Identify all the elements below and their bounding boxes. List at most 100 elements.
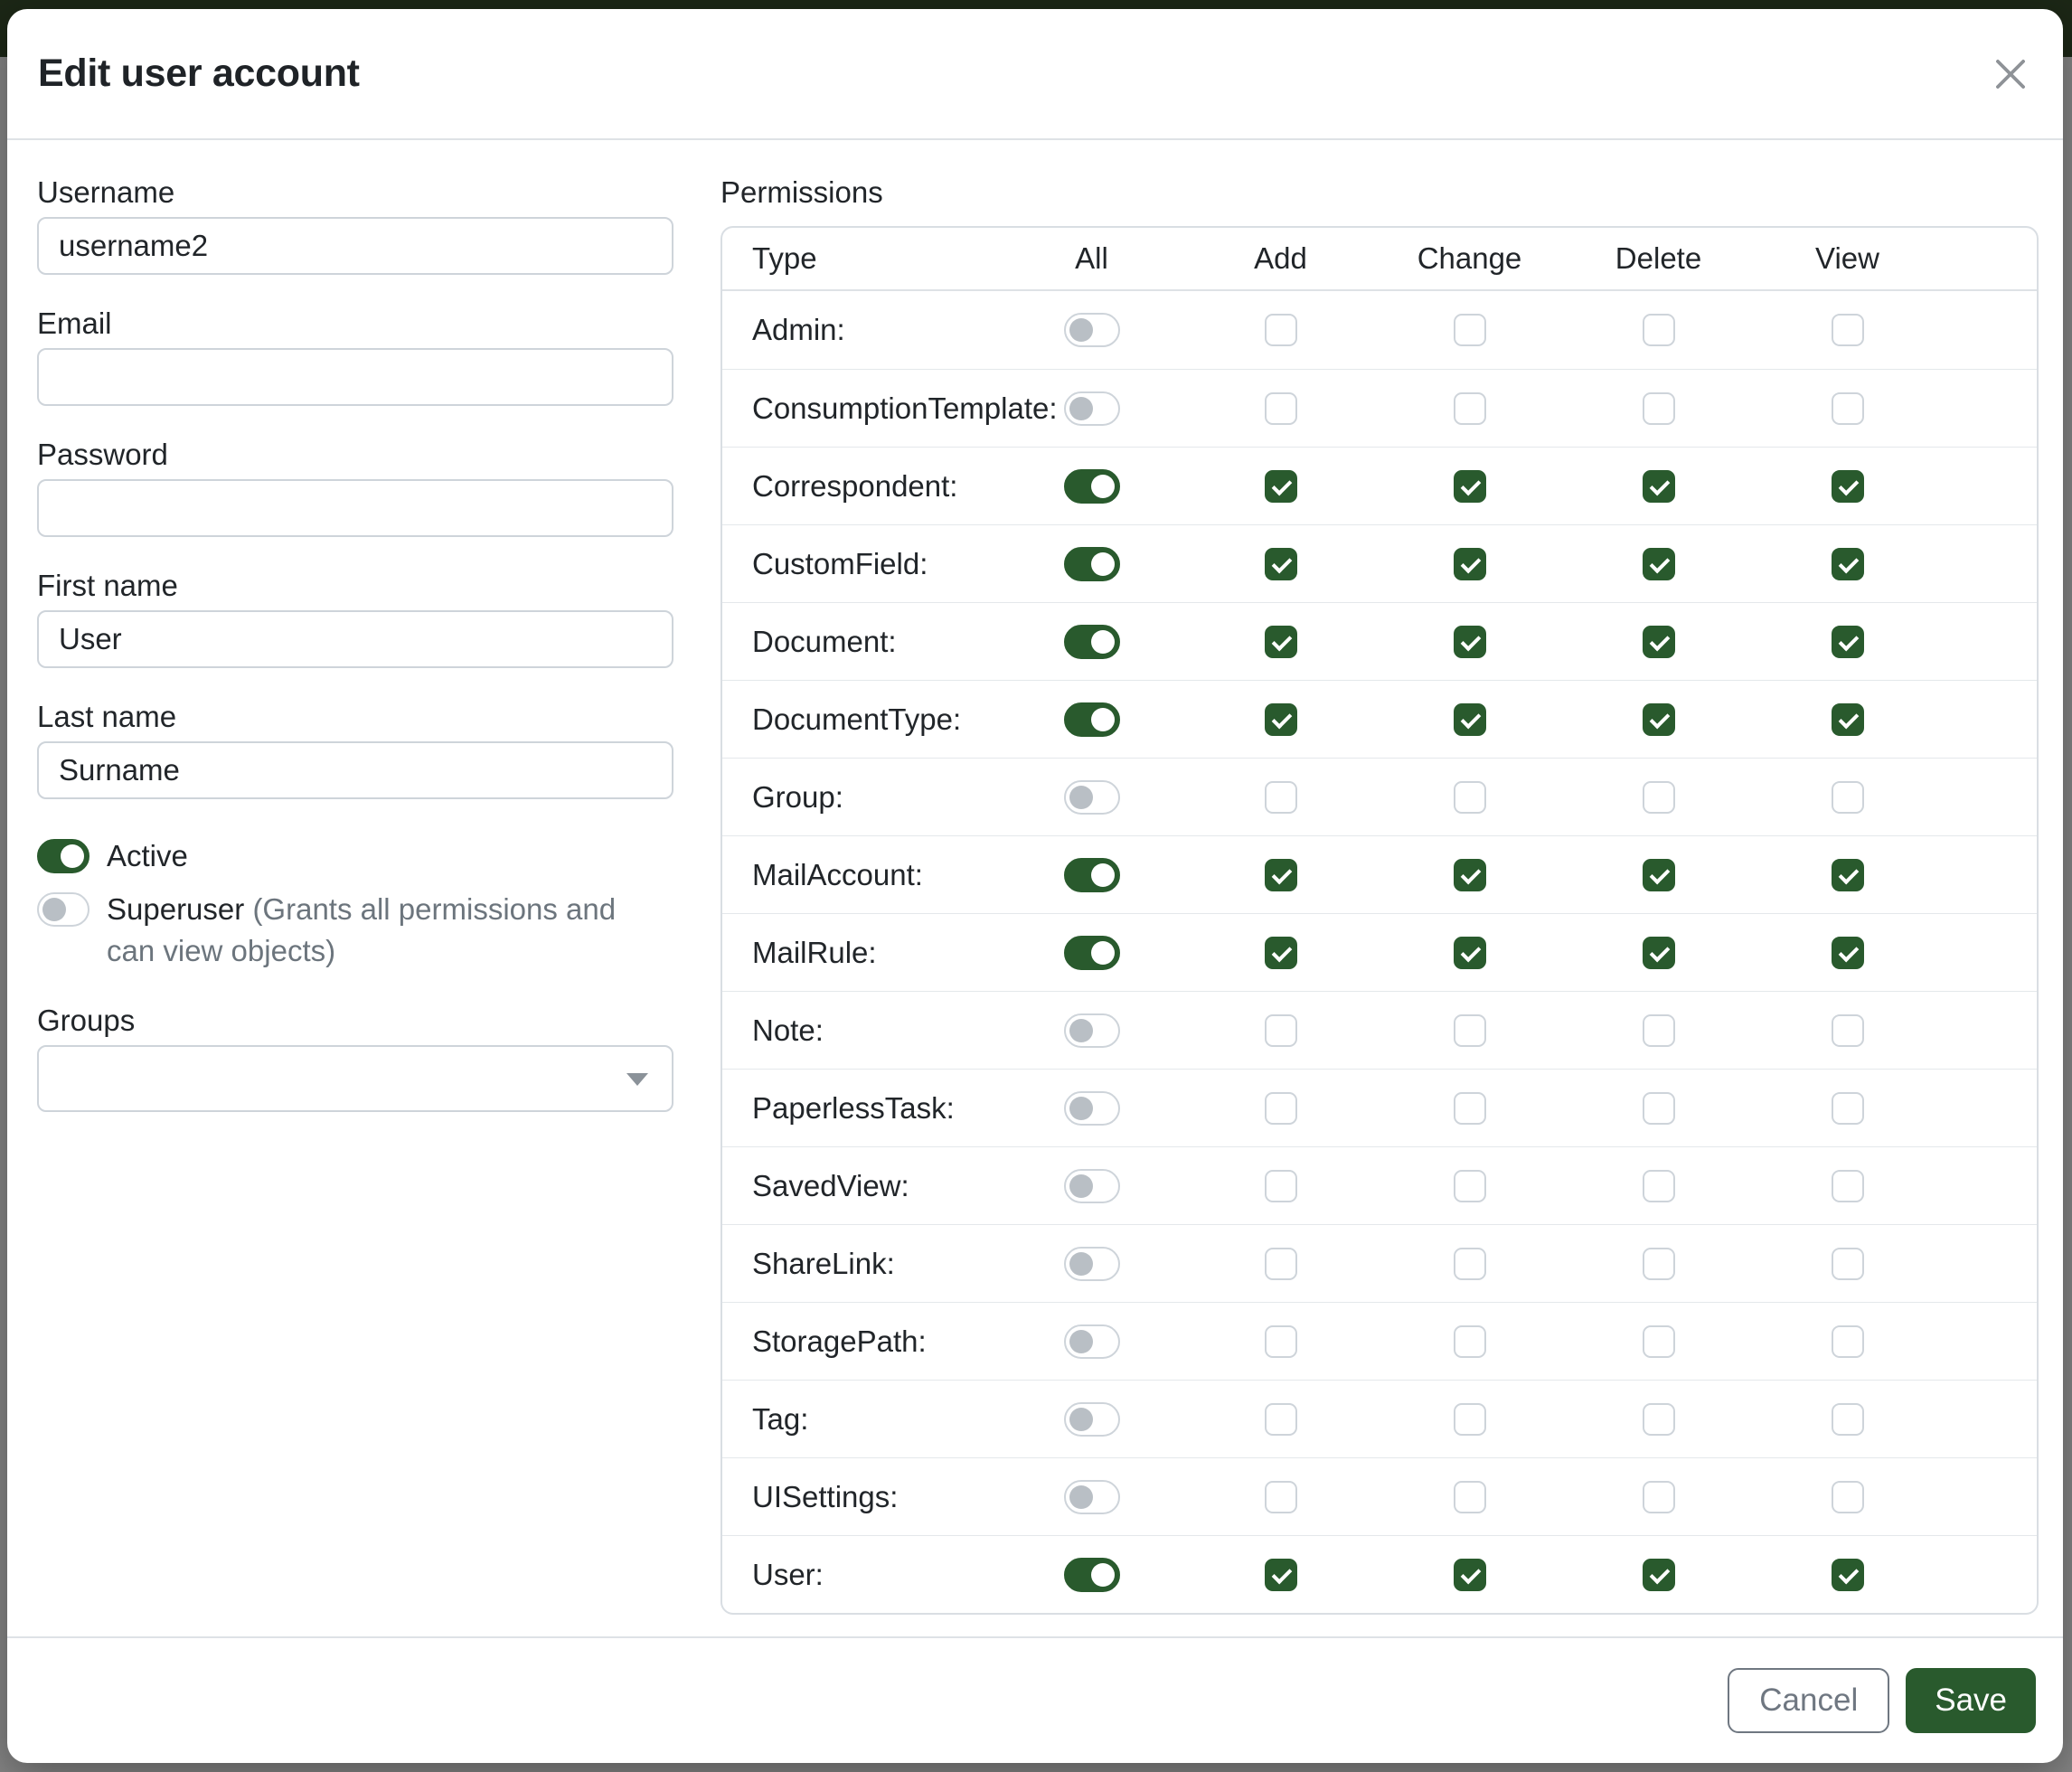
view-checkbox[interactable] [1832, 1248, 1864, 1280]
all-toggle[interactable] [1064, 858, 1120, 892]
all-toggle[interactable] [1064, 1247, 1120, 1281]
delete-checkbox[interactable] [1643, 1481, 1675, 1513]
change-checkbox[interactable] [1454, 1559, 1486, 1591]
change-checkbox[interactable] [1454, 937, 1486, 969]
change-checkbox[interactable] [1454, 781, 1486, 814]
add-checkbox[interactable] [1265, 626, 1297, 658]
add-checkbox[interactable] [1265, 548, 1297, 580]
change-checkbox[interactable] [1454, 1403, 1486, 1436]
active-toggle[interactable] [37, 839, 89, 873]
change-checkbox[interactable] [1454, 314, 1486, 346]
groups-select[interactable] [37, 1045, 673, 1112]
view-checkbox[interactable] [1832, 548, 1864, 580]
view-checkbox[interactable] [1832, 781, 1864, 814]
add-checkbox[interactable] [1265, 392, 1297, 425]
add-checkbox[interactable] [1265, 1014, 1297, 1047]
view-checkbox[interactable] [1832, 314, 1864, 346]
change-checkbox[interactable] [1454, 1092, 1486, 1125]
save-button[interactable]: Save [1906, 1668, 2036, 1733]
delete-checkbox[interactable] [1643, 1248, 1675, 1280]
all-toggle[interactable] [1064, 547, 1120, 581]
all-toggle[interactable] [1064, 625, 1120, 659]
all-toggle[interactable] [1064, 1013, 1120, 1048]
all-toggle[interactable] [1064, 702, 1120, 737]
view-checkbox[interactable] [1832, 937, 1864, 969]
view-checkbox[interactable] [1832, 1481, 1864, 1513]
groups-label: Groups [37, 1004, 673, 1037]
view-checkbox[interactable] [1832, 1325, 1864, 1358]
view-checkbox[interactable] [1832, 1014, 1864, 1047]
all-toggle[interactable] [1064, 936, 1120, 970]
view-checkbox[interactable] [1832, 1559, 1864, 1591]
last-name-input[interactable] [37, 741, 673, 799]
add-checkbox[interactable] [1265, 1481, 1297, 1513]
view-checkbox[interactable] [1832, 626, 1864, 658]
view-checkbox[interactable] [1832, 703, 1864, 736]
all-toggle[interactable] [1064, 1480, 1120, 1514]
delete-checkbox[interactable] [1643, 314, 1675, 346]
all-toggle[interactable] [1064, 1324, 1120, 1359]
delete-checkbox[interactable] [1643, 1325, 1675, 1358]
view-checkbox[interactable] [1832, 1170, 1864, 1202]
add-checkbox[interactable] [1265, 1170, 1297, 1202]
change-checkbox[interactable] [1454, 470, 1486, 503]
add-checkbox[interactable] [1265, 470, 1297, 503]
change-checkbox[interactable] [1454, 1481, 1486, 1513]
delete-checkbox[interactable] [1643, 626, 1675, 658]
delete-checkbox[interactable] [1643, 470, 1675, 503]
all-toggle[interactable] [1064, 1558, 1120, 1592]
add-checkbox[interactable] [1265, 1092, 1297, 1125]
all-toggle[interactable] [1064, 1169, 1120, 1203]
change-checkbox[interactable] [1454, 1170, 1486, 1202]
delete-checkbox[interactable] [1643, 548, 1675, 580]
permission-type-label: Group: [722, 780, 997, 815]
add-checkbox[interactable] [1265, 1559, 1297, 1591]
delete-checkbox[interactable] [1643, 392, 1675, 425]
change-checkbox[interactable] [1454, 703, 1486, 736]
change-checkbox[interactable] [1454, 1014, 1486, 1047]
add-checkbox[interactable] [1265, 1248, 1297, 1280]
password-input[interactable] [37, 479, 673, 537]
change-checkbox[interactable] [1454, 392, 1486, 425]
add-checkbox[interactable] [1265, 314, 1297, 346]
close-button[interactable] [1985, 49, 2036, 99]
change-checkbox[interactable] [1454, 548, 1486, 580]
all-toggle[interactable] [1064, 391, 1120, 426]
username-input[interactable] [37, 217, 673, 275]
first-name-input[interactable] [37, 610, 673, 668]
add-checkbox[interactable] [1265, 781, 1297, 814]
permission-row: CustomField: [722, 524, 2037, 602]
delete-checkbox[interactable] [1643, 1092, 1675, 1125]
delete-checkbox[interactable] [1643, 1170, 1675, 1202]
all-toggle[interactable] [1064, 1402, 1120, 1437]
email-input[interactable] [37, 348, 673, 406]
permission-type-label: StoragePath: [722, 1324, 997, 1359]
delete-checkbox[interactable] [1643, 1559, 1675, 1591]
add-checkbox[interactable] [1265, 703, 1297, 736]
delete-checkbox[interactable] [1643, 937, 1675, 969]
delete-checkbox[interactable] [1643, 1403, 1675, 1436]
view-checkbox[interactable] [1832, 392, 1864, 425]
add-checkbox[interactable] [1265, 859, 1297, 891]
change-checkbox[interactable] [1454, 626, 1486, 658]
view-checkbox[interactable] [1832, 1092, 1864, 1125]
add-checkbox[interactable] [1265, 937, 1297, 969]
view-checkbox[interactable] [1832, 470, 1864, 503]
delete-checkbox[interactable] [1643, 859, 1675, 891]
change-checkbox[interactable] [1454, 1248, 1486, 1280]
cancel-button[interactable]: Cancel [1728, 1668, 1889, 1733]
all-toggle[interactable] [1064, 469, 1120, 504]
delete-checkbox[interactable] [1643, 1014, 1675, 1047]
view-checkbox[interactable] [1832, 859, 1864, 891]
add-checkbox[interactable] [1265, 1403, 1297, 1436]
delete-checkbox[interactable] [1643, 703, 1675, 736]
delete-checkbox[interactable] [1643, 781, 1675, 814]
view-checkbox[interactable] [1832, 1403, 1864, 1436]
all-toggle[interactable] [1064, 1091, 1120, 1126]
all-toggle[interactable] [1064, 780, 1120, 815]
superuser-toggle[interactable] [37, 892, 89, 927]
change-checkbox[interactable] [1454, 1325, 1486, 1358]
add-checkbox[interactable] [1265, 1325, 1297, 1358]
change-checkbox[interactable] [1454, 859, 1486, 891]
all-toggle[interactable] [1064, 313, 1120, 347]
